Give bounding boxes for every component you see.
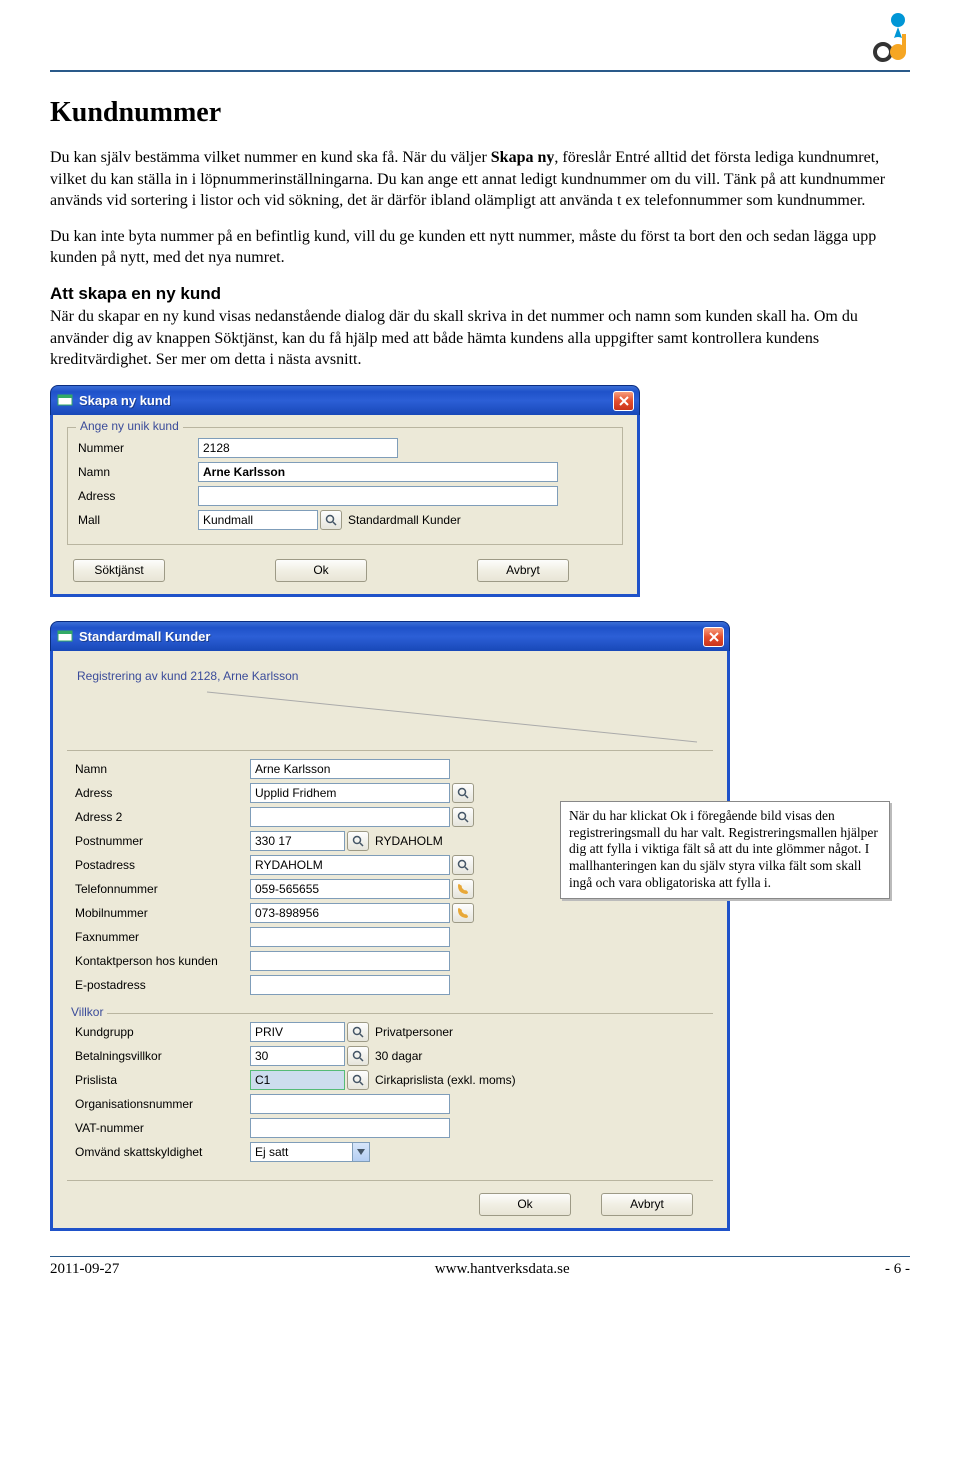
template-dialog: Standardmall Kunder Registrering av kund… xyxy=(50,621,730,1231)
label-nummer: Nummer xyxy=(78,441,198,455)
adress2-field[interactable] xyxy=(250,807,450,827)
fax-field[interactable] xyxy=(250,927,450,947)
ok-button[interactable]: Ok xyxy=(275,559,367,582)
intro-paragraph-2: Du kan inte byta nummer på en befintlig … xyxy=(50,226,910,269)
namn-input[interactable] xyxy=(198,462,558,482)
postnummer-lookup[interactable] xyxy=(347,831,369,851)
page-footer: 2011-09-27 www.hantverksdata.se - 6 - xyxy=(50,1257,910,1278)
header-divider xyxy=(50,70,910,72)
orgnr-field[interactable] xyxy=(250,1094,450,1114)
close-button[interactable] xyxy=(703,627,724,647)
mall-input[interactable] xyxy=(198,510,318,530)
postadress-lookup[interactable] xyxy=(452,855,474,875)
prislista-lookup[interactable] xyxy=(347,1070,369,1090)
kundgrupp-lookup[interactable] xyxy=(347,1022,369,1042)
label-adress: Adress xyxy=(78,489,198,503)
label-mall: Mall xyxy=(78,513,198,527)
telefon-field[interactable] xyxy=(250,879,450,899)
phone-icon[interactable] xyxy=(452,903,474,923)
adress-lookup[interactable] xyxy=(452,783,474,803)
brand-logo xyxy=(870,10,910,70)
kundgrupp-field[interactable] xyxy=(250,1022,345,1042)
section-heading: Att skapa en ny kund xyxy=(50,284,221,303)
create-customer-dialog: Skapa ny kund Ange ny unik kund Nummer N… xyxy=(50,385,640,597)
app-icon xyxy=(57,628,73,644)
callout-line-icon xyxy=(67,687,717,747)
ok-button[interactable]: Ok xyxy=(479,1193,571,1216)
avbryt-button[interactable]: Avbryt xyxy=(601,1193,693,1216)
footer-date: 2011-09-27 xyxy=(50,1261,119,1278)
adress-input[interactable] xyxy=(198,486,558,506)
close-button[interactable] xyxy=(613,391,634,411)
postnummer-field[interactable] xyxy=(250,831,345,851)
label-namn: Namn xyxy=(78,465,198,479)
avbryt-button[interactable]: Avbryt xyxy=(477,559,569,582)
soktjanst-button[interactable]: Söktjänst xyxy=(73,559,165,582)
footer-page: - 6 - xyxy=(885,1261,910,1278)
epost-field[interactable] xyxy=(250,975,450,995)
betalning-lookup[interactable] xyxy=(347,1046,369,1066)
app-icon xyxy=(57,392,73,408)
vat-field[interactable] xyxy=(250,1118,450,1138)
betalning-field[interactable] xyxy=(250,1046,345,1066)
page-title: Kundnummer xyxy=(50,97,910,129)
chevron-down-icon xyxy=(352,1143,369,1161)
section-create-customer: Att skapa en ny kund När du skapar en ny… xyxy=(50,283,910,371)
adress2-lookup[interactable] xyxy=(452,807,474,827)
intro-paragraph-1: Du kan själv bestämma vilket nummer en k… xyxy=(50,147,910,212)
kontakt-field[interactable] xyxy=(250,951,450,971)
nummer-input[interactable] xyxy=(198,438,398,458)
footer-url: www.hantverksdata.se xyxy=(435,1261,570,1278)
omvand-select[interactable]: Ej satt xyxy=(250,1142,370,1162)
registration-desc: Registrering av kund 2128, Arne Karlsson xyxy=(77,669,713,683)
dialog2-titlebar[interactable]: Standardmall Kunder xyxy=(50,621,730,651)
namn-field[interactable] xyxy=(250,759,450,779)
phone-icon[interactable] xyxy=(452,879,474,899)
postadress-field[interactable] xyxy=(250,855,450,875)
groupbox-new-customer: Ange ny unik kund Nummer Namn Adress Mal… xyxy=(67,427,623,545)
mall-desc: Standardmall Kunder xyxy=(348,513,461,527)
mall-lookup-button[interactable] xyxy=(320,510,342,530)
mobil-field[interactable] xyxy=(250,903,450,923)
prislista-field[interactable] xyxy=(250,1070,345,1090)
dialog-titlebar[interactable]: Skapa ny kund xyxy=(50,385,640,415)
adress-field[interactable] xyxy=(250,783,450,803)
